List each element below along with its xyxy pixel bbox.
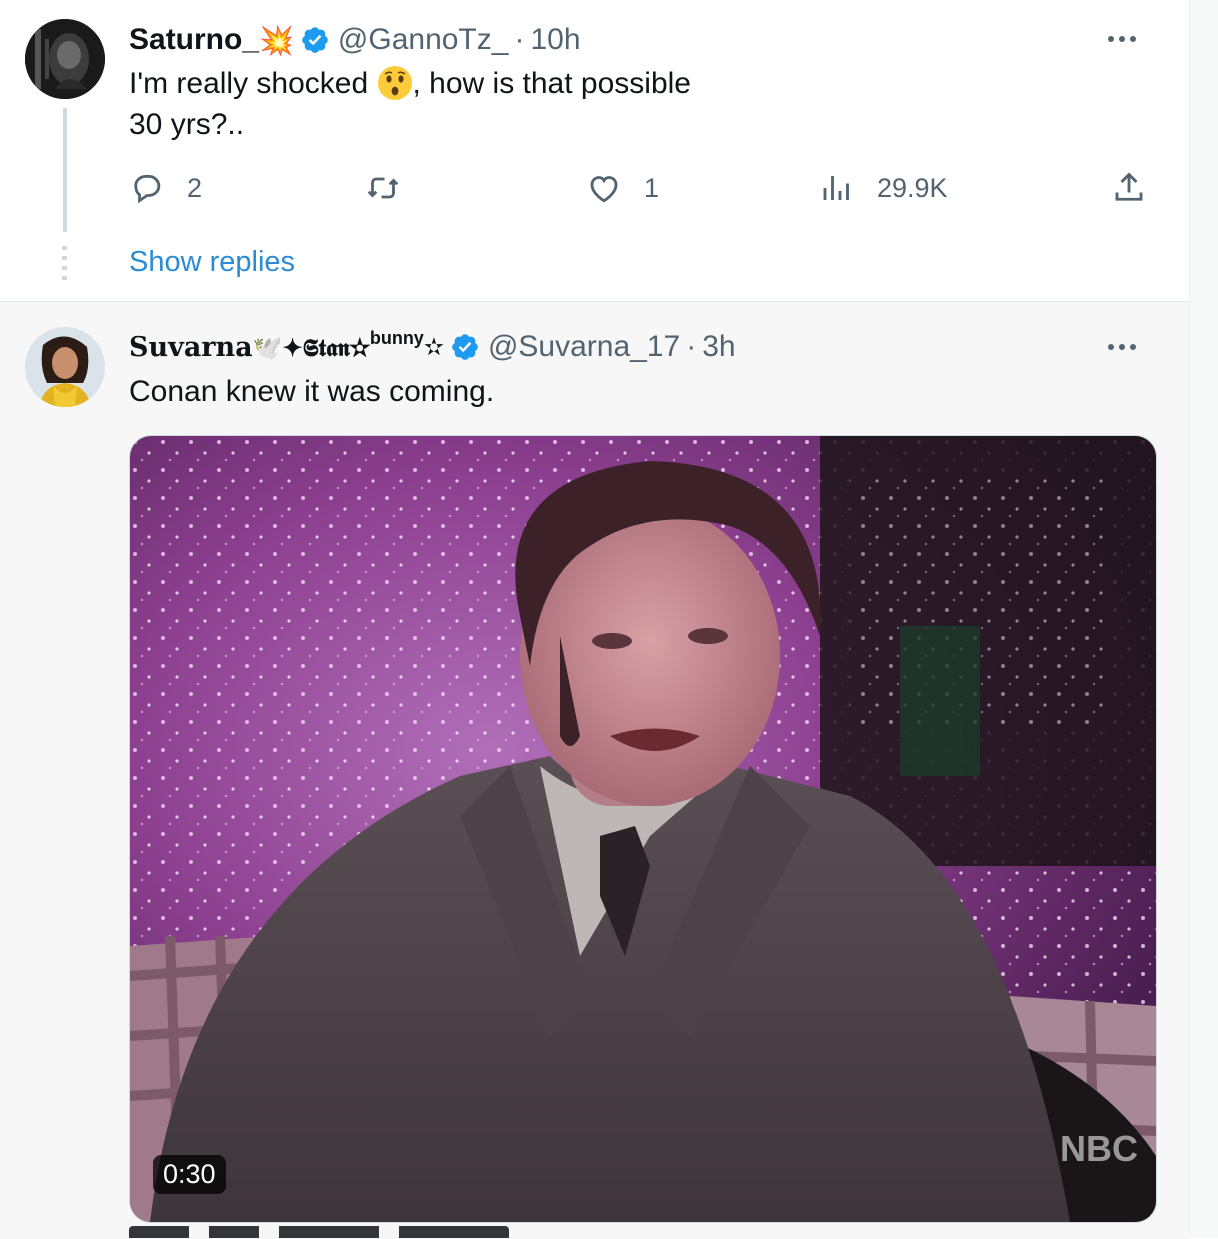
avatar[interactable] [25,19,105,99]
like-button[interactable]: 1 [586,166,659,210]
text-segment: I'm really shocked [129,67,377,100]
tweet-text: Conan knew it was coming. [129,375,495,408]
video-player[interactable]: NBC [129,435,1157,1223]
retweet-icon [367,177,399,199]
tweet-saturno[interactable]: Saturno_ 💥 @GannoTz_ · 10h I'm really sh… [0,0,1189,300]
tweet-header: Suvarna 🕊️✦𝕾𝖙𝖆𝖓✫ bunny ✫ @Suvarna_17 · 3… [129,327,736,367]
share-icon [1115,172,1143,201]
views-button[interactable]: 29.9K [819,166,948,210]
timestamp[interactable]: 3h [702,330,735,364]
views-icon [823,176,849,200]
more-icon [1108,36,1136,42]
more-button[interactable] [1107,24,1137,54]
separator: · [514,23,525,56]
like-count: 1 [644,172,660,203]
avatar-image-icon [25,19,105,99]
more-button[interactable] [1107,332,1137,362]
avatar-image-icon [25,327,105,407]
cut-off-caption [129,1226,509,1238]
thread-dots [62,246,67,282]
svg-text:NBC: NBC [1060,1128,1138,1169]
show-replies-link[interactable]: Show replies [129,246,295,279]
reply-count: 2 [187,172,203,203]
handle[interactable]: @GannoTz_ [338,23,509,57]
video-frame-image: NBC [130,436,1156,1222]
astonished-face-emoji-icon [377,66,412,100]
display-name-decoration: 🕊️✦𝕾𝖙𝖆𝖓✫ [252,332,370,362]
display-name-superscript: bunny [369,327,424,348]
text-segment: , how is that possible [412,67,691,100]
reply-button[interactable]: 2 [129,166,202,210]
timeline-column: Saturno_ 💥 @GannoTz_ · 10h I'm really sh… [0,0,1189,1239]
share-button[interactable] [1111,166,1147,210]
explosion-emoji-icon: 💥 [259,24,294,56]
like-icon [590,176,618,203]
retweet-button[interactable] [365,166,401,210]
more-icon [1108,344,1136,350]
tweet-header: Saturno_ 💥 @GannoTz_ · 10h [129,20,581,60]
view-count: 29.9K [877,172,948,203]
handle[interactable]: @Suvarna_17 [488,330,680,364]
thread-line [63,108,67,232]
reply-icon [134,174,161,204]
display-name[interactable]: Suvarna [129,332,253,363]
display-name-star: ✫ [423,333,444,361]
verified-badge-icon[interactable] [450,332,480,362]
display-name[interactable]: Saturno_ [129,23,259,57]
tweet-text: I'm really shocked , how is that possibl… [129,63,691,145]
separator: · [686,330,697,363]
tweet-text-line-2: 30 yrs?.. [129,108,245,141]
verified-badge-icon[interactable] [300,25,330,55]
video-duration-badge: 0:30 [153,1155,226,1194]
timestamp[interactable]: 10h [530,23,580,57]
tweet-text-line-1: I'm really shocked , how is that possibl… [129,63,691,104]
scrollbar-track[interactable] [1189,0,1218,1238]
action-bar: 2 1 29.9K [129,166,1159,210]
avatar[interactable] [25,327,105,407]
